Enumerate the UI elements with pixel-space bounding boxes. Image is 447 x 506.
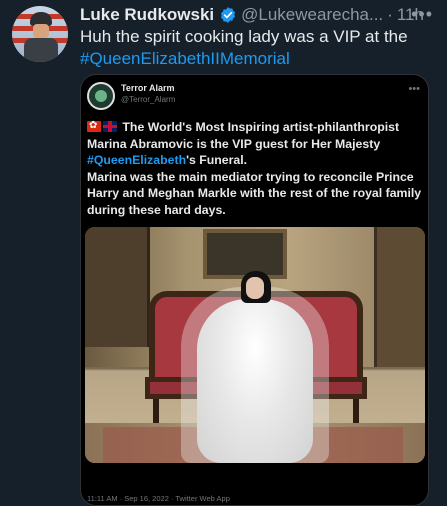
author-name[interactable]: Luke Rudkowski [80,5,214,25]
tweet-text-plain: Huh the spirit cooking lady was a VIP at… [80,27,408,46]
quoted-hashtag-link[interactable]: #QueenElizabeth [87,153,186,167]
quoted-tweet-text: The World's Most Inspiring artist-philan… [87,118,423,218]
verified-badge-icon [221,7,236,23]
author-avatar[interactable] [12,6,68,62]
hong-kong-flag-icon [87,118,101,135]
uk-flag-icon [103,121,117,132]
quoted-text-line2: 's Funeral. [186,153,248,167]
quoted-tweet-card[interactable]: Terror Alarm @Terror_Alarm ••• The World… [80,74,429,506]
separator: · [387,5,393,24]
quoted-more-icon[interactable]: ••• [408,83,420,95]
quoted-tweet-timestamp[interactable]: 11:11 AM · Sep 16, 2022 · Twitter Web Ap… [87,494,230,503]
author-handle[interactable]: @Lukewearecha... [241,5,383,25]
quoted-text-line3: Marina was the main mediator trying to r… [87,169,422,217]
quoted-author-avatar[interactable] [87,82,115,110]
tweet-text: Huh the spirit cooking lady was a VIP at… [80,26,440,70]
quoted-text-line1: The World's Most Inspiring artist-philan… [87,120,400,151]
tweet-photo[interactable] [85,227,425,463]
more-icon[interactable]: ••• [411,4,433,25]
tweet-hashtag-link[interactable]: #QueenElizabethIIMemorial [80,49,290,68]
tweet-header: Luke Rudkowski @Lukewearecha... · 11h ••… [80,4,439,26]
quoted-author-handle[interactable]: @Terror_Alarm [121,95,175,104]
quoted-author-name[interactable]: Terror Alarm [121,83,175,93]
